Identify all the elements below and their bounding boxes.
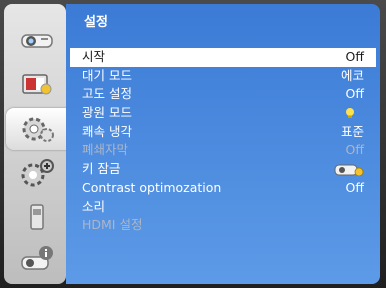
menu-item-altitude[interactable]: 고도 설정 Off xyxy=(70,85,376,104)
menu-item-value: Off xyxy=(345,86,364,102)
menu-item-label: Contrast optimozation xyxy=(82,179,222,195)
settings-panel: 설정 시작 Off 대기 모드 에코 고도 설정 Off 광원 모드 쾌속 냉각… xyxy=(66,4,380,284)
sidebar-item-display[interactable] xyxy=(10,64,62,106)
menu-title: 설정 xyxy=(84,15,108,30)
menu-item-value: 표준 xyxy=(340,123,364,139)
menu-item-label: 대기 모드 xyxy=(82,67,132,83)
info-icon xyxy=(21,246,53,270)
projector-lock-icon xyxy=(334,164,364,177)
menu-item-contrast-optimization[interactable]: Contrast optimozation Off xyxy=(70,179,376,198)
menu-item-value: Off xyxy=(345,179,364,195)
menu-item-key-lock[interactable]: 키 잠금 xyxy=(70,160,376,179)
menu-item-label: 소리 xyxy=(82,198,106,214)
menu-item-label: 시작 xyxy=(82,49,106,64)
settings-gear-icon xyxy=(22,117,54,142)
menu-item-fast-cooling[interactable]: 쾌속 냉각 표준 xyxy=(70,123,376,142)
menu-item-closed-caption: 폐쇄자막 Off xyxy=(70,141,376,160)
menu-item-standby[interactable]: 대기 모드 에코 xyxy=(70,67,376,86)
menu-item-label: HDMI 설정 xyxy=(82,217,143,233)
menu-item-value: Off xyxy=(345,142,364,158)
settings-list: 시작 Off 대기 모드 에코 고도 설정 Off 광원 모드 쾌속 냉각 표준 xyxy=(70,48,376,235)
advanced-gears-icon xyxy=(21,159,54,187)
menu-item-value: Off xyxy=(345,49,364,64)
display-settings-icon xyxy=(22,74,52,95)
projector-icon xyxy=(21,34,53,48)
sidebar-item-settings[interactable] xyxy=(6,108,68,150)
menu-item-label: 쾌속 냉각 xyxy=(82,123,132,139)
sidebar-item-info[interactable] xyxy=(10,238,62,280)
usb-icon xyxy=(30,204,44,230)
menu-item-light-source[interactable]: 광원 모드 xyxy=(70,104,376,123)
menu-item-sound[interactable]: 소리 xyxy=(70,198,376,217)
menu-item-label: 폐쇄자막 xyxy=(82,142,129,158)
menu-item-value: 에코 xyxy=(340,67,364,83)
menu-item-startup[interactable]: 시작 Off xyxy=(70,48,376,67)
sidebar-item-usb[interactable] xyxy=(10,196,62,238)
lightbulb-icon xyxy=(346,108,354,119)
menu-item-hdmi-settings: HDMI 설정 xyxy=(70,216,376,235)
sidebar-item-advanced[interactable] xyxy=(10,152,62,194)
menu-item-label: 광원 모드 xyxy=(82,105,132,121)
sidebar-item-projector[interactable] xyxy=(10,18,62,60)
osd-frame: 설정 시작 Off 대기 모드 에코 고도 설정 Off 광원 모드 쾌속 냉각… xyxy=(0,0,386,288)
menu-item-label: 고도 설정 xyxy=(82,86,132,102)
sidebar xyxy=(4,4,68,284)
menu-item-label: 키 잠금 xyxy=(82,161,121,177)
